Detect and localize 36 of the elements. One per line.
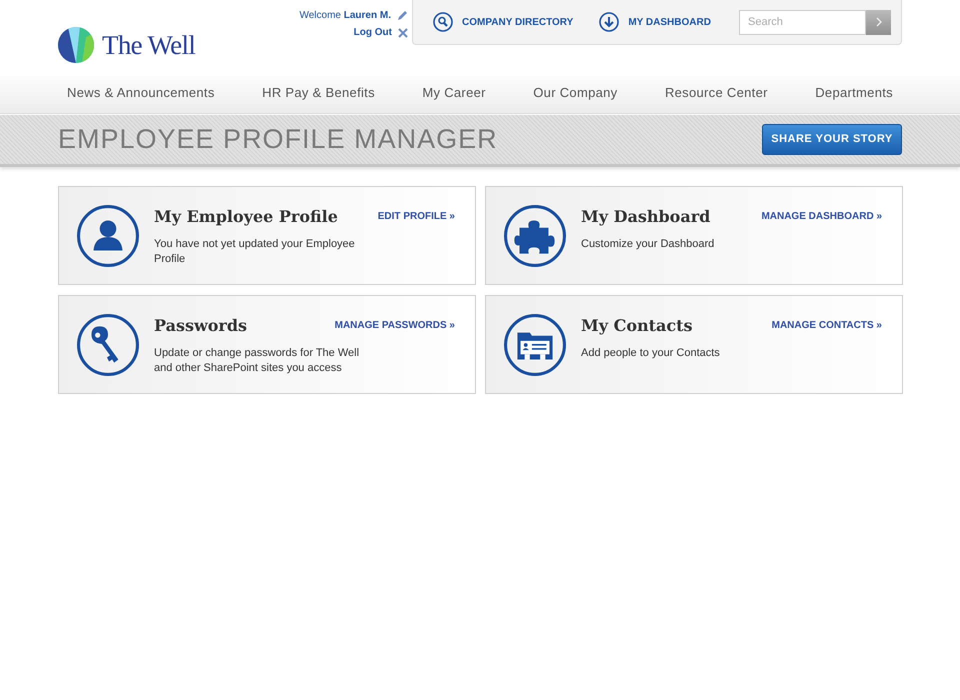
search-field[interactable]: Search [739,10,866,34]
person-icon [77,205,139,267]
card-description: Customize your Dashboard [581,237,716,252]
nav-link[interactable]: Resource Center [664,82,768,102]
logo-icon [58,27,94,64]
nav-link[interactable]: HR Pay & Benefits [262,82,375,102]
card-title: My Dashboard [581,206,710,228]
share-story-button[interactable]: SHARE YOUR STORY [762,124,902,155]
logo-text: The Well [102,29,196,62]
nav-link[interactable]: Departments [815,82,893,102]
pencil-icon[interactable] [397,10,408,21]
manage-contacts-link[interactable]: MANAGE CONTACTS » [772,318,882,333]
dashboard-link[interactable]: MY DASHBOARD [628,14,711,30]
search-go-button[interactable] [866,10,891,34]
card-description: You have not yet updated your Employee Profile [154,237,356,267]
edit-profile-link[interactable]: EDIT PROFILE » [378,209,455,224]
welcome-text: Welcome Lauren M. [299,9,391,23]
card-title: Passwords [154,315,248,337]
search-icon [433,12,453,32]
card-title: My Employee Profile [154,206,338,228]
nav-link[interactable]: My Career [422,82,486,102]
manage-passwords-link[interactable]: MANAGE PASSWORDS » [334,318,455,333]
card-description: Update or change passwords for The Well and other SharePoint sites you access [154,346,360,376]
chevron-icon [876,17,882,27]
nav-link[interactable]: Our Company [533,82,618,102]
contact-card-icon [504,314,566,376]
card-title: My Contacts [581,315,693,337]
company-directory-link[interactable]: COMPANY DIRECTORY [462,14,574,30]
card-description: Add people to your Contacts [581,346,721,361]
nav-link[interactable]: News & Announcements [67,82,215,102]
manage-dashboard-link[interactable]: MANAGE DASHBOARD » [761,209,882,224]
puzzle-icon [504,205,566,267]
close-icon[interactable] [398,28,408,38]
key-icon [77,314,139,376]
page-title: EMPLOYEE PROFILE MANAGER [58,123,498,156]
logout-link[interactable]: Log Out [354,25,392,40]
